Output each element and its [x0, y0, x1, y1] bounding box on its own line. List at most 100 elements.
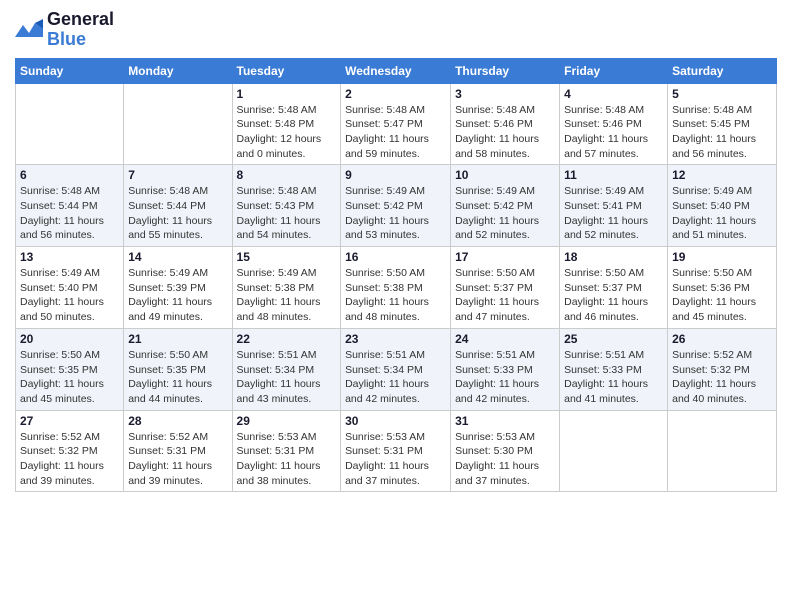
logo: General Blue — [15, 10, 114, 50]
day-number: 24 — [455, 332, 555, 346]
weekday-header: Sunday — [16, 58, 124, 83]
day-info: Sunrise: 5:52 AM Sunset: 5:32 PM Dayligh… — [20, 430, 119, 489]
calendar-cell: 11Sunrise: 5:49 AM Sunset: 5:41 PM Dayli… — [560, 165, 668, 247]
day-info: Sunrise: 5:50 AM Sunset: 5:37 PM Dayligh… — [455, 266, 555, 325]
day-info: Sunrise: 5:50 AM Sunset: 5:35 PM Dayligh… — [20, 348, 119, 407]
calendar-page: General Blue SundayMondayTuesdayWednesda… — [0, 0, 792, 507]
calendar-table: SundayMondayTuesdayWednesdayThursdayFrid… — [15, 58, 777, 493]
calendar-week-row: 13 Sunrise: 5:49 AM Sunset: 5:40 PM Dayli… — [16, 247, 777, 329]
calendar-cell: 4Sunrise: 5:48 AM Sunset: 5:46 PM Daylig… — [560, 83, 668, 165]
calendar-cell: 15Sunrise: 5:49 AM Sunset: 5:38 PM Dayli… — [232, 247, 341, 329]
day-number: 3 — [455, 87, 555, 101]
calendar-cell: 30 Sunrise: 5:53 AM Sunset: 5:31 PM Dayli… — [341, 410, 451, 492]
day-number: 15 — [237, 250, 337, 264]
calendar-week-row: 6 Sunrise: 5:48 AM Sunset: 5:44 PM Daylig… — [16, 165, 777, 247]
weekday-header-row: SundayMondayTuesdayWednesdayThursdayFrid… — [16, 58, 777, 83]
calendar-cell: 28 Sunrise: 5:52 AM Sunset: 5:31 PM Dayli… — [124, 410, 232, 492]
day-number: 1 — [237, 87, 337, 101]
day-number: 12 — [672, 168, 772, 182]
day-number: 16 — [345, 250, 446, 264]
day-info: Sunrise: 5:49 AM Sunset: 5:42 PM Dayligh… — [455, 184, 555, 243]
day-info: Sunrise: 5:49 AM Sunset: 5:40 PM Dayligh… — [20, 266, 119, 325]
day-info: Sunrise: 5:48 AM Sunset: 5:45 PM Dayligh… — [672, 103, 772, 162]
day-info: Sunrise: 5:52 AM Sunset: 5:32 PM Dayligh… — [672, 348, 772, 407]
day-info: Sunrise: 5:48 AM Sunset: 5:44 PM Dayligh… — [128, 184, 227, 243]
calendar-cell: 3 Sunrise: 5:48 AM Sunset: 5:46 PM Daylig… — [451, 83, 560, 165]
calendar-cell: 17 Sunrise: 5:50 AM Sunset: 5:37 PM Dayli… — [451, 247, 560, 329]
calendar-cell: 12 Sunrise: 5:49 AM Sunset: 5:40 PM Dayli… — [668, 165, 777, 247]
calendar-cell — [560, 410, 668, 492]
calendar-cell — [16, 83, 124, 165]
day-info: Sunrise: 5:48 AM Sunset: 5:46 PM Dayligh… — [455, 103, 555, 162]
weekday-header: Wednesday — [341, 58, 451, 83]
calendar-cell: 22 Sunrise: 5:51 AM Sunset: 5:34 PM Dayli… — [232, 328, 341, 410]
day-info: Sunrise: 5:48 AM Sunset: 5:43 PM Dayligh… — [237, 184, 337, 243]
weekday-header: Thursday — [451, 58, 560, 83]
calendar-cell — [668, 410, 777, 492]
calendar-cell: 14Sunrise: 5:49 AM Sunset: 5:39 PM Dayli… — [124, 247, 232, 329]
calendar-cell: 19 Sunrise: 5:50 AM Sunset: 5:36 PM Dayli… — [668, 247, 777, 329]
calendar-cell: 21 Sunrise: 5:50 AM Sunset: 5:35 PM Dayli… — [124, 328, 232, 410]
calendar-cell — [124, 83, 232, 165]
calendar-cell: 2 Sunrise: 5:48 AM Sunset: 5:47 PM Daylig… — [341, 83, 451, 165]
day-number: 7 — [128, 168, 227, 182]
calendar-cell: 13 Sunrise: 5:49 AM Sunset: 5:40 PM Dayli… — [16, 247, 124, 329]
day-info: Sunrise: 5:49 AM Sunset: 5:42 PM Dayligh… — [345, 184, 446, 243]
calendar-cell: 8 Sunrise: 5:48 AM Sunset: 5:43 PM Daylig… — [232, 165, 341, 247]
day-number: 5 — [672, 87, 772, 101]
header: General Blue — [15, 10, 777, 50]
day-info: Sunrise: 5:51 AM Sunset: 5:33 PM Dayligh… — [564, 348, 663, 407]
day-number: 26 — [672, 332, 772, 346]
calendar-cell: 29Sunrise: 5:53 AM Sunset: 5:31 PM Dayli… — [232, 410, 341, 492]
day-number: 31 — [455, 414, 555, 428]
day-info: Sunrise: 5:53 AM Sunset: 5:31 PM Dayligh… — [345, 430, 446, 489]
day-number: 11 — [564, 168, 663, 182]
day-number: 8 — [237, 168, 337, 182]
day-info: Sunrise: 5:48 AM Sunset: 5:47 PM Dayligh… — [345, 103, 446, 162]
calendar-week-row: 27 Sunrise: 5:52 AM Sunset: 5:32 PM Dayli… — [16, 410, 777, 492]
day-number: 28 — [128, 414, 227, 428]
calendar-cell: 25 Sunrise: 5:51 AM Sunset: 5:33 PM Dayli… — [560, 328, 668, 410]
day-number: 21 — [128, 332, 227, 346]
day-info: Sunrise: 5:51 AM Sunset: 5:33 PM Dayligh… — [455, 348, 555, 407]
day-number: 2 — [345, 87, 446, 101]
day-info: Sunrise: 5:51 AM Sunset: 5:34 PM Dayligh… — [345, 348, 446, 407]
calendar-cell: 20 Sunrise: 5:50 AM Sunset: 5:35 PM Dayli… — [16, 328, 124, 410]
day-info: Sunrise: 5:51 AM Sunset: 5:34 PM Dayligh… — [237, 348, 337, 407]
day-info: Sunrise: 5:48 AM Sunset: 5:44 PM Dayligh… — [20, 184, 119, 243]
day-info: Sunrise: 5:53 AM Sunset: 5:30 PM Dayligh… — [455, 430, 555, 489]
day-number: 17 — [455, 250, 555, 264]
day-number: 19 — [672, 250, 772, 264]
day-number: 30 — [345, 414, 446, 428]
calendar-cell: 6 Sunrise: 5:48 AM Sunset: 5:44 PM Daylig… — [16, 165, 124, 247]
calendar-cell: 7 Sunrise: 5:48 AM Sunset: 5:44 PM Daylig… — [124, 165, 232, 247]
day-info: Sunrise: 5:48 AM Sunset: 5:46 PM Dayligh… — [564, 103, 663, 162]
calendar-cell: 26 Sunrise: 5:52 AM Sunset: 5:32 PM Dayli… — [668, 328, 777, 410]
calendar-cell: 9Sunrise: 5:49 AM Sunset: 5:42 PM Daylig… — [341, 165, 451, 247]
day-number: 18 — [564, 250, 663, 264]
calendar-week-row: 1Sunrise: 5:48 AM Sunset: 5:48 PM Daylig… — [16, 83, 777, 165]
day-info: Sunrise: 5:50 AM Sunset: 5:35 PM Dayligh… — [128, 348, 227, 407]
calendar-cell: 16Sunrise: 5:50 AM Sunset: 5:38 PM Dayli… — [341, 247, 451, 329]
weekday-header: Monday — [124, 58, 232, 83]
calendar-cell: 10Sunrise: 5:49 AM Sunset: 5:42 PM Dayli… — [451, 165, 560, 247]
day-number: 22 — [237, 332, 337, 346]
day-number: 25 — [564, 332, 663, 346]
calendar-cell: 1Sunrise: 5:48 AM Sunset: 5:48 PM Daylig… — [232, 83, 341, 165]
day-info: Sunrise: 5:49 AM Sunset: 5:39 PM Dayligh… — [128, 266, 227, 325]
day-number: 6 — [20, 168, 119, 182]
weekday-header: Tuesday — [232, 58, 341, 83]
calendar-week-row: 20 Sunrise: 5:50 AM Sunset: 5:35 PM Dayli… — [16, 328, 777, 410]
calendar-cell: 23Sunrise: 5:51 AM Sunset: 5:34 PM Dayli… — [341, 328, 451, 410]
logo-icon — [15, 19, 43, 41]
day-info: Sunrise: 5:49 AM Sunset: 5:40 PM Dayligh… — [672, 184, 772, 243]
day-number: 27 — [20, 414, 119, 428]
day-info: Sunrise: 5:50 AM Sunset: 5:36 PM Dayligh… — [672, 266, 772, 325]
calendar-cell: 31 Sunrise: 5:53 AM Sunset: 5:30 PM Dayli… — [451, 410, 560, 492]
day-number: 13 — [20, 250, 119, 264]
day-info: Sunrise: 5:53 AM Sunset: 5:31 PM Dayligh… — [237, 430, 337, 489]
logo-text: General Blue — [47, 10, 114, 50]
calendar-cell: 27 Sunrise: 5:52 AM Sunset: 5:32 PM Dayli… — [16, 410, 124, 492]
day-number: 20 — [20, 332, 119, 346]
day-info: Sunrise: 5:52 AM Sunset: 5:31 PM Dayligh… — [128, 430, 227, 489]
